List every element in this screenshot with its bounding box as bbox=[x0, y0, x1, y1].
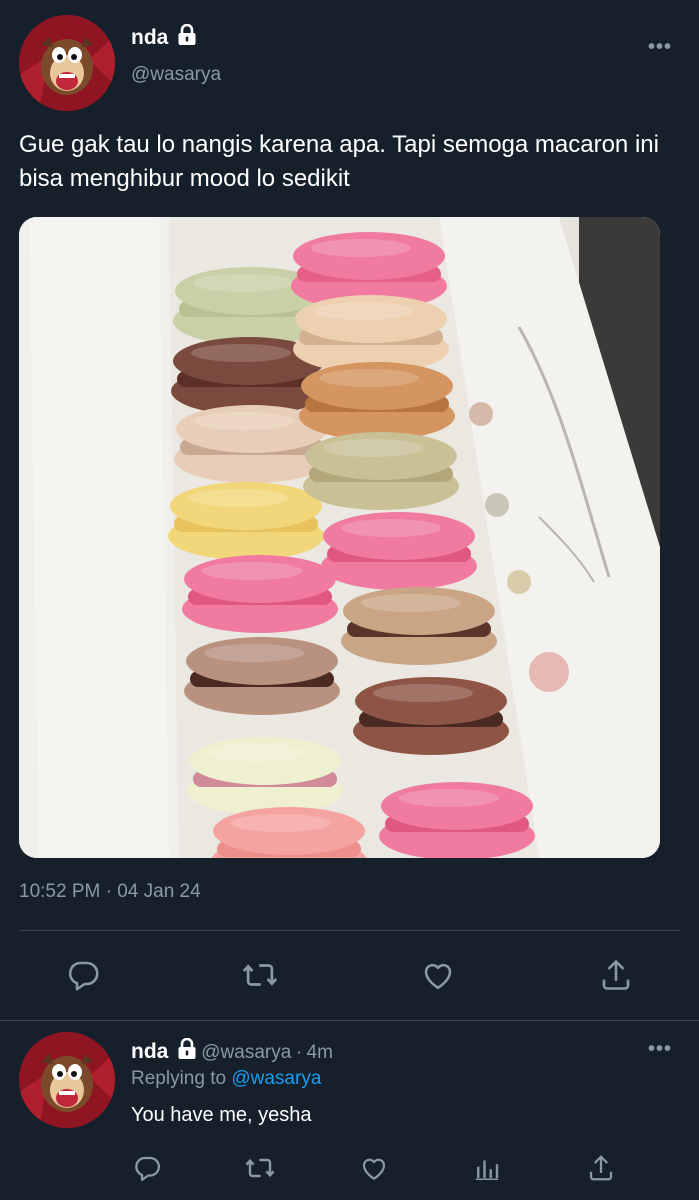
analytics-icon bbox=[475, 1160, 499, 1180]
divider bbox=[0, 1020, 699, 1021]
share-button[interactable] bbox=[596, 955, 636, 995]
replying-to-handle-link[interactable]: @wasarya bbox=[231, 1068, 321, 1089]
macaron-11 bbox=[303, 432, 459, 510]
author-avatar[interactable] bbox=[19, 15, 115, 111]
like-button[interactable] bbox=[418, 955, 458, 995]
reply-author-handle[interactable]: @wasarya bbox=[201, 1042, 291, 1063]
reply-icon bbox=[135, 1156, 160, 1181]
tweet-date: 04 Jan 24 bbox=[117, 881, 201, 902]
tweet-time: 10:52 PM bbox=[19, 881, 101, 902]
macaron-13 bbox=[341, 587, 497, 665]
reply-separator: · bbox=[295, 1042, 303, 1063]
heart-icon bbox=[424, 963, 452, 990]
replying-to: Replying to @wasarya bbox=[131, 1068, 321, 1090]
reply-share-button[interactable] bbox=[585, 1152, 617, 1184]
retweet-icon bbox=[245, 1158, 275, 1178]
reply-header: nda @wasarya · 4m bbox=[131, 1037, 333, 1065]
macaron-6 bbox=[187, 737, 343, 815]
macaron-7 bbox=[211, 807, 367, 858]
macaron-14 bbox=[353, 677, 509, 755]
more-options-button[interactable]: ••• bbox=[648, 36, 672, 59]
reply-author-name[interactable]: nda bbox=[131, 1040, 168, 1063]
divider bbox=[19, 930, 681, 931]
reply-reply-button[interactable] bbox=[131, 1152, 163, 1184]
macaron-10 bbox=[299, 362, 455, 440]
macaron-12 bbox=[321, 512, 477, 590]
macaron-15 bbox=[379, 782, 535, 858]
taz-avatar-icon bbox=[19, 1032, 115, 1128]
replying-to-prefix: Replying to bbox=[131, 1068, 227, 1089]
timestamp-separator: · bbox=[105, 881, 112, 902]
heart-icon bbox=[362, 1158, 386, 1180]
share-icon bbox=[602, 959, 630, 990]
tweet-text: Gue gak tau lo nangis karena apa. Tapi s… bbox=[19, 131, 659, 192]
retweet-icon bbox=[242, 964, 278, 986]
reply-like-button[interactable] bbox=[358, 1152, 390, 1184]
macaron-9 bbox=[293, 295, 449, 373]
reply-age[interactable]: 4m bbox=[307, 1042, 333, 1063]
reply-more-options-button[interactable]: ••• bbox=[648, 1038, 672, 1061]
macaron-4 bbox=[182, 555, 338, 633]
tweet-timestamp[interactable]: 10:52 PM · 04 Jan 24 bbox=[19, 881, 201, 903]
taz-avatar-icon bbox=[19, 15, 115, 111]
macaron-3 bbox=[168, 482, 324, 560]
macaron-box-photo bbox=[19, 217, 660, 858]
reply-icon bbox=[68, 961, 99, 991]
lock-icon bbox=[177, 1037, 197, 1065]
tweet-media[interactable] bbox=[19, 217, 660, 858]
reply-analytics-button[interactable] bbox=[471, 1152, 503, 1184]
reply-text: You have me, yesha bbox=[131, 1104, 312, 1126]
reply-retweet-button[interactable] bbox=[244, 1152, 276, 1184]
author-handle[interactable]: @wasarya bbox=[131, 64, 221, 86]
author-name[interactable]: nda bbox=[131, 26, 168, 49]
reply-button[interactable] bbox=[63, 955, 103, 995]
reply-author-avatar[interactable] bbox=[19, 1032, 115, 1128]
retweet-button[interactable] bbox=[240, 955, 280, 995]
macaron-5 bbox=[184, 637, 340, 715]
share-icon bbox=[589, 1155, 613, 1181]
lock-icon bbox=[177, 23, 197, 51]
